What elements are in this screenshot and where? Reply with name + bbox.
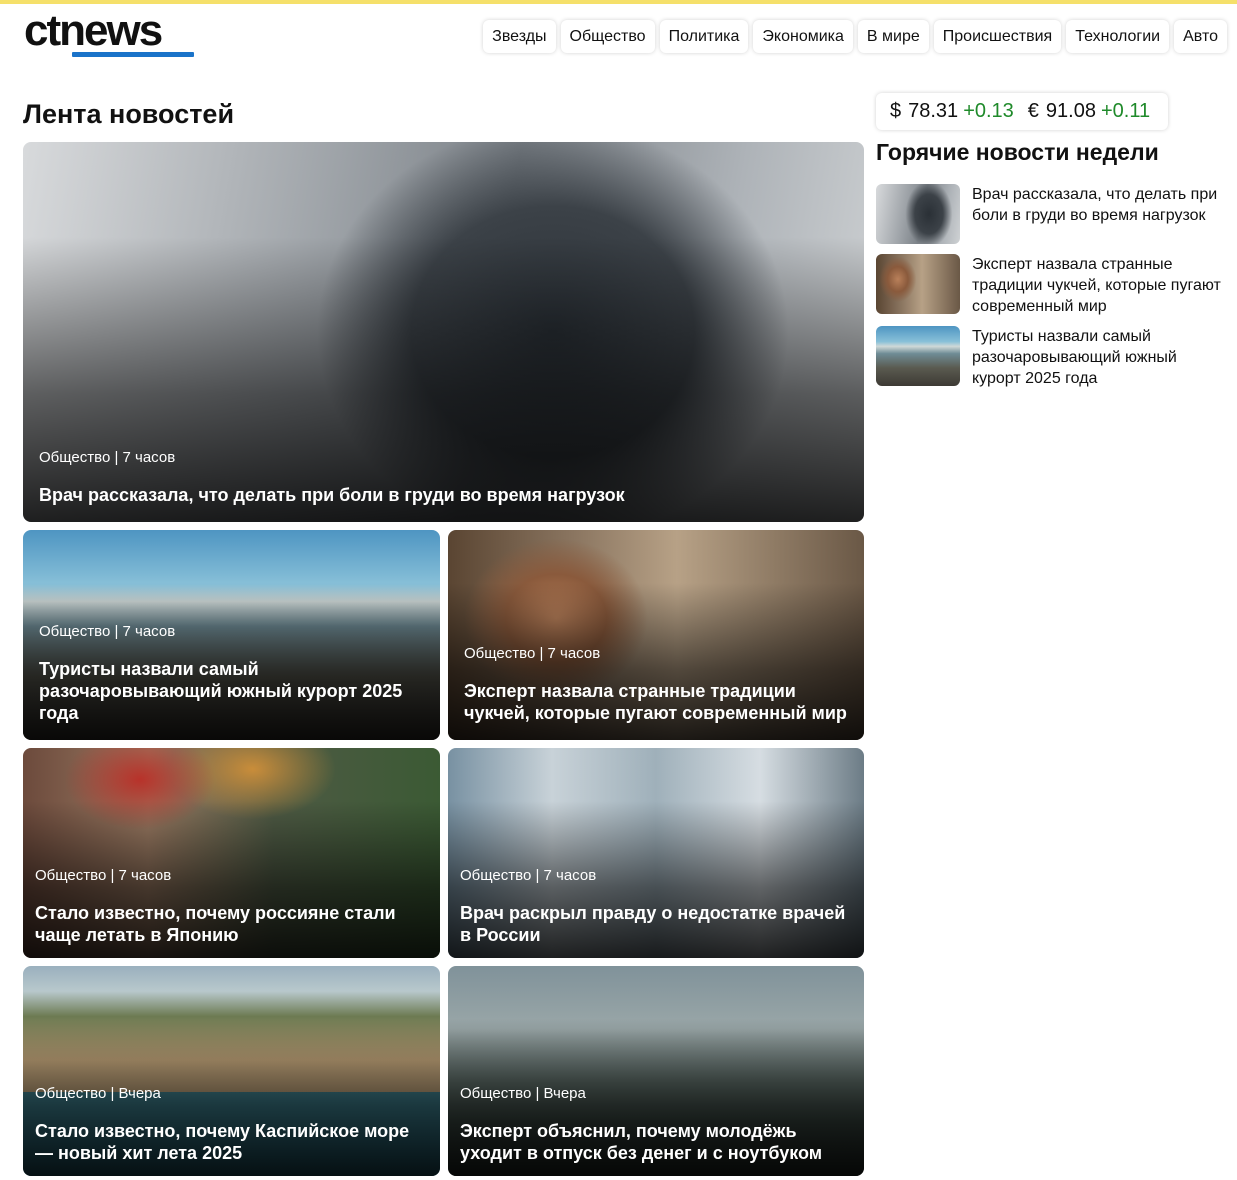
- card-title: Эксперт объяснил, почему молодёжь уходит…: [460, 1121, 823, 1163]
- eur-value: 91.08: [1045, 100, 1096, 122]
- card-title: Туристы назвали самый разочаровывающий ю…: [39, 659, 403, 723]
- card-title: Стало известно, почему россияне стали ча…: [35, 903, 396, 945]
- card-meta: Общество | 7 часов: [39, 623, 176, 640]
- hot-news-title: Горячие новости недели: [876, 139, 1159, 165]
- logo-underline: [72, 52, 194, 57]
- news-card[interactable]: Общество | 7 часов Туристы назвали самый…: [23, 530, 440, 740]
- hot-news-text: Врач рассказала, что делать при боли в г…: [972, 186, 1218, 224]
- page-title: Лента новостей: [23, 99, 235, 129]
- news-card[interactable]: Общество | Вчера Стало известно, почему …: [23, 966, 440, 1176]
- card-meta: Общество | Вчера: [35, 1085, 161, 1102]
- news-card[interactable]: Общество | 7 часов Эксперт назвала стран…: [448, 530, 864, 740]
- currency-rates: $ 78.31 +0.13 € 91.08 +0.11: [876, 93, 1168, 130]
- top-accent-line: [0, 0, 1237, 4]
- news-card[interactable]: Общество | 7 часов Врач раскрыл правду о…: [448, 748, 864, 958]
- eur-change: +0.11: [1100, 100, 1151, 122]
- card-title: Эксперт назвала странные традиции чукчей…: [464, 681, 847, 723]
- news-card[interactable]: Общество | 7 часов Стало известно, почем…: [23, 748, 440, 958]
- nav-item-society[interactable]: Общество: [560, 20, 655, 53]
- news-card-featured[interactable]: Общество | 7 часов Врач рассказала, что …: [23, 142, 864, 522]
- nav-item-politics[interactable]: Политика: [659, 20, 749, 53]
- card-meta: Общество | 7 часов: [464, 645, 601, 662]
- site-logo[interactable]: ctnews: [24, 8, 196, 60]
- usd-rate: $ 78.31 +0.13: [890, 100, 1014, 123]
- nav-item-stars[interactable]: Звезды: [483, 20, 556, 53]
- card-title: Врач рассказала, что делать при боли в г…: [39, 485, 625, 505]
- card-meta: Общество | 7 часов: [39, 449, 176, 466]
- logo-text: ctnews: [24, 6, 163, 55]
- usd-change: +0.13: [963, 100, 1014, 122]
- euro-icon: €: [1027, 100, 1039, 122]
- news-card[interactable]: Общество | Вчера Эксперт объяснил, почем…: [448, 966, 864, 1176]
- dollar-icon: $: [890, 100, 902, 122]
- card-meta: Общество | Вчера: [460, 1085, 586, 1102]
- nav-item-auto[interactable]: Авто: [1174, 20, 1227, 53]
- hot-news-thumbnail: [876, 184, 960, 244]
- nav-item-technology[interactable]: Технологии: [1066, 20, 1170, 53]
- nav-item-economy[interactable]: Экономика: [753, 20, 853, 53]
- card-image-shade: [23, 237, 864, 522]
- hot-news-text: Туристы назвали самый разочаровывающий ю…: [972, 328, 1177, 387]
- eur-rate: € 91.08 +0.11: [1028, 100, 1150, 123]
- card-title: Врач раскрыл правду о недостатке врачей …: [460, 903, 846, 945]
- hot-news-thumbnail: [876, 326, 960, 386]
- card-title: Стало известно, почему Каспийское море —…: [35, 1121, 410, 1163]
- card-meta: Общество | 7 часов: [35, 867, 172, 884]
- hot-news-text: Эксперт назвала странные традиции чукчей…: [972, 256, 1221, 315]
- card-meta: Общество | 7 часов: [460, 867, 597, 884]
- main-nav: Звезды Общество Политика Экономика В мир…: [483, 20, 1227, 53]
- nav-item-world[interactable]: В мире: [857, 20, 929, 53]
- hot-news-thumbnail: [876, 254, 960, 314]
- nav-item-incidents[interactable]: Происшествия: [933, 20, 1062, 53]
- usd-value: 78.31: [908, 100, 959, 122]
